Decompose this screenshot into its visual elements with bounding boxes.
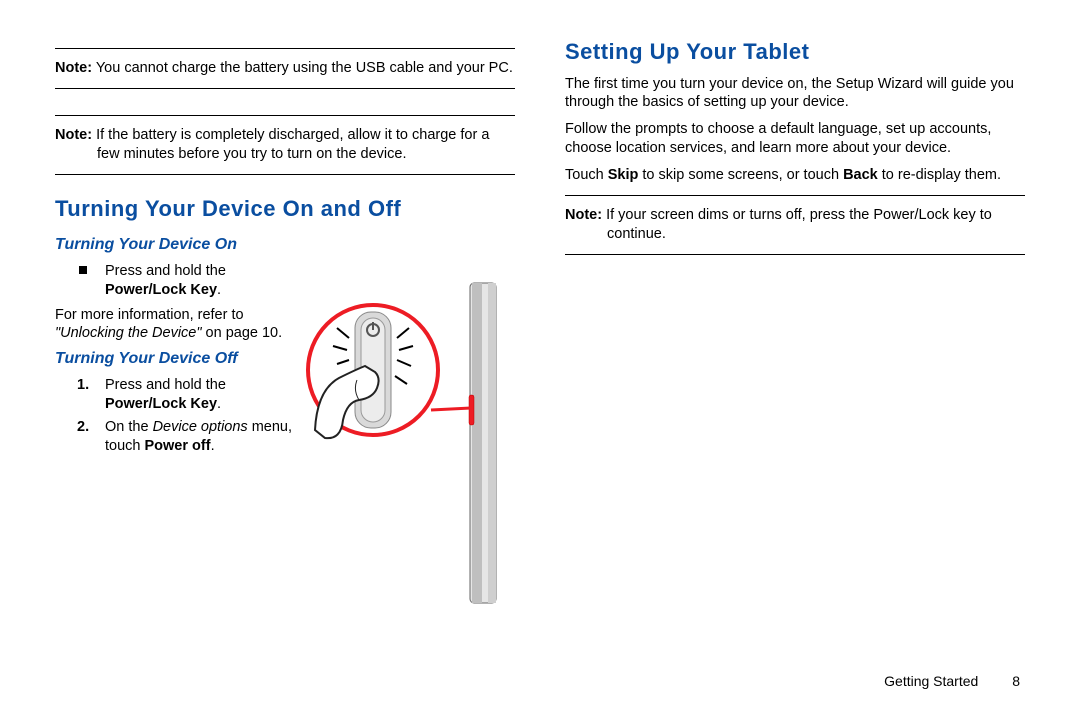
step-1: 1. Press and hold the Power/Lock Key. (55, 376, 295, 414)
step-num: 2. (77, 418, 89, 437)
subheading-on: Turning Your Device On (55, 235, 295, 256)
note-1: Note: You cannot charge the battery usin… (55, 59, 515, 78)
rule (55, 174, 515, 175)
footer-section-title: Getting Started (884, 673, 978, 689)
bullet-text: Press and hold the (105, 263, 226, 279)
setup-p2: Follow the prompts to choose a default l… (565, 120, 1025, 158)
square-bullet-icon (79, 266, 87, 274)
subheading-off: Turning Your Device Off (55, 349, 295, 370)
skip-bold: Skip (608, 167, 639, 183)
rule (55, 48, 515, 49)
note-label: Note: (55, 127, 92, 143)
note-2: Note: If the battery is completely disch… (55, 126, 515, 164)
rule (55, 115, 515, 116)
note-label: Note: (55, 60, 92, 76)
rule (55, 88, 515, 89)
bullet-press-hold: Press and hold the Power/Lock Key. (55, 262, 295, 300)
step-num: 1. (77, 376, 89, 395)
note-text: If your screen dims or turns off, press … (606, 207, 992, 242)
setup-p1: The first time you turn your device on, … (565, 75, 1025, 113)
power-lock-key-label: Power/Lock Key (105, 396, 217, 412)
power-off-bold: Power off (145, 438, 211, 454)
note-label: Note: (565, 207, 602, 223)
power-button-illustration (295, 280, 525, 610)
ref-paragraph: For more information, refer to "Unlockin… (55, 306, 295, 344)
note-text: You cannot charge the battery using the … (96, 60, 513, 76)
note-3: Note: If your screen dims or turns off, … (565, 206, 1025, 244)
rule (565, 195, 1025, 196)
note-text: If the battery is completely discharged,… (96, 127, 489, 162)
setup-p3: Touch Skip to skip some screens, or touc… (565, 166, 1025, 185)
rule (565, 254, 1025, 255)
right-column: Setting Up Your Tablet The first time yo… (565, 38, 1025, 459)
heading-setup: Setting Up Your Tablet (565, 38, 1025, 67)
heading-power: Turning Your Device On and Off (55, 195, 515, 224)
page-footer: Getting Started 8 (884, 672, 1020, 690)
ref-italic: "Unlocking the Device" (55, 325, 202, 341)
back-bold: Back (843, 167, 878, 183)
step-2: 2. On the Device options menu, touch Pow… (55, 418, 295, 456)
device-options-italic: Device options (153, 419, 248, 435)
power-lock-key-label: Power/Lock Key (105, 282, 217, 298)
footer-page-number: 8 (1012, 673, 1020, 689)
